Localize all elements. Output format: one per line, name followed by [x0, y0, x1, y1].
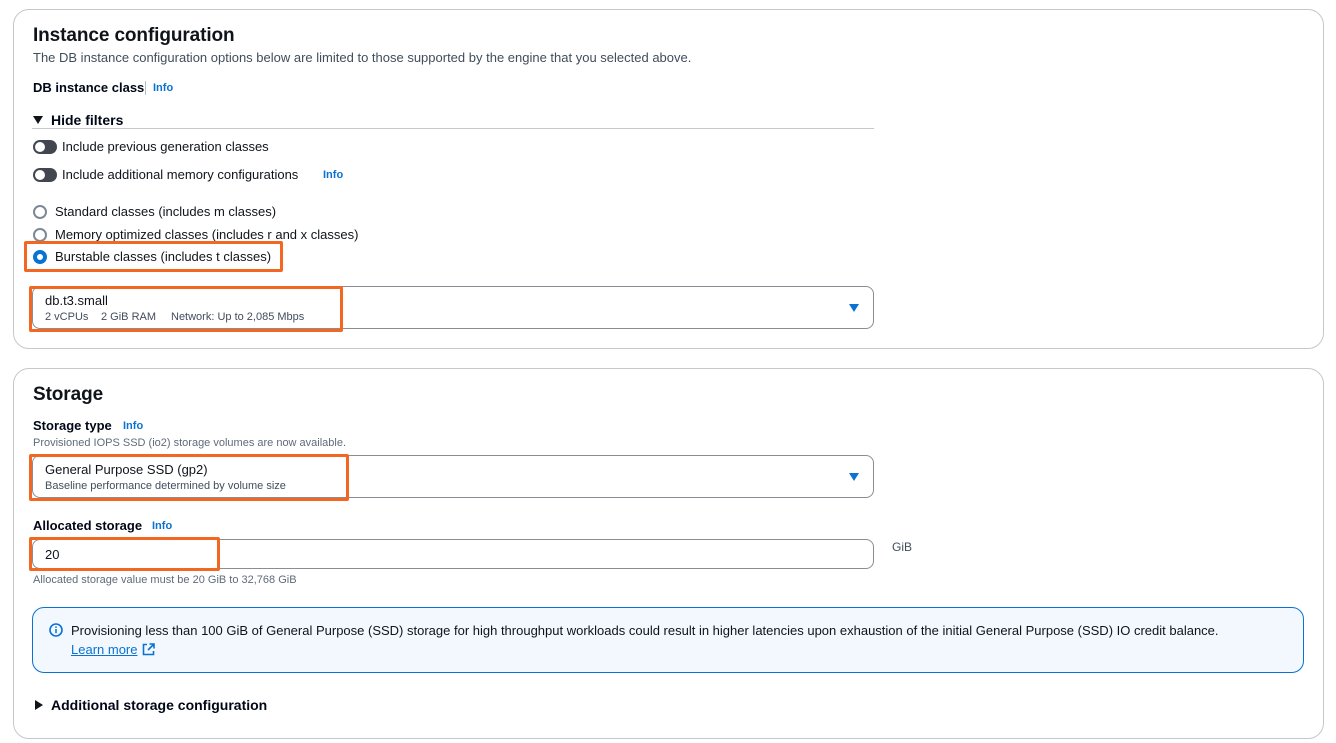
burstable-classes-radio[interactable]: [33, 250, 47, 264]
hide-filters-toggle[interactable]: Hide filters: [33, 112, 123, 128]
additional-storage-configuration-label: Additional storage configuration: [51, 697, 268, 713]
storage-type-select[interactable]: General Purpose SSD (gp2) Baseline perfo…: [32, 455, 874, 498]
storage-type-label: Storage type: [33, 418, 112, 433]
storage-type-value: General Purpose SSD (gp2): [45, 462, 208, 477]
storage-type-note: Provisioned IOPS SSD (io2) storage volum…: [33, 437, 347, 449]
caret-down-icon: [33, 116, 43, 124]
instance-class-value: db.t3.small: [45, 293, 108, 308]
storage-title: Storage: [33, 384, 104, 405]
memory-optimized-classes-radio[interactable]: [33, 228, 47, 242]
db-instance-class-info-link[interactable]: Info: [153, 82, 173, 94]
instance-configuration-description: The DB instance configuration options be…: [33, 50, 692, 65]
allocated-storage-input[interactable]: [32, 539, 874, 569]
caret-down-icon: [849, 303, 859, 312]
additional-memory-label: Include additional memory configurations: [62, 167, 299, 182]
standard-classes-label: Standard classes (includes m classes): [55, 204, 277, 219]
standard-classes-radio[interactable]: [33, 205, 47, 219]
instance-configuration-title: Instance configuration: [33, 25, 235, 46]
additional-memory-toggle[interactable]: [33, 168, 57, 182]
storage-unit-label: GiB: [892, 540, 913, 554]
filters-divider: [32, 128, 874, 129]
storage-type-info-link[interactable]: Info: [123, 420, 143, 432]
memory-optimized-classes-label: Memory optimized classes (includes r and…: [55, 227, 359, 242]
learn-more-link[interactable]: Learn more: [71, 642, 156, 657]
instance-ram: 2 GiB RAM: [101, 311, 157, 323]
allocated-storage-label: Allocated storage: [33, 518, 143, 533]
info-icon: [49, 623, 63, 637]
additional-memory-info-link[interactable]: Info: [323, 169, 343, 181]
external-link-icon: [142, 643, 156, 656]
burstable-classes-label: Burstable classes (includes t classes): [55, 249, 272, 264]
caret-down-icon: [849, 472, 859, 481]
db-instance-class-label: DB instance class: [33, 80, 145, 95]
previous-generation-label: Include previous generation classes: [62, 139, 269, 154]
info-alert: Provisioning less than 100 GiB of Genera…: [32, 607, 1304, 673]
additional-storage-configuration-toggle[interactable]: Additional storage configuration: [35, 697, 267, 713]
alert-message: Provisioning less than 100 GiB of Genera…: [71, 623, 1219, 638]
allocated-storage-hint: Allocated storage value must be 20 GiB t…: [33, 574, 297, 586]
instance-vcpus: 2 vCPUs: [45, 311, 89, 323]
hide-filters-label: Hide filters: [51, 112, 124, 128]
learn-more-label: Learn more: [71, 642, 138, 657]
allocated-storage-info-link[interactable]: Info: [152, 520, 172, 532]
previous-generation-toggle[interactable]: [33, 140, 57, 154]
storage-type-description: Baseline performance determined by volum…: [45, 480, 286, 492]
instance-network: Network: Up to 2,085 Mbps: [171, 311, 305, 323]
label-separator: [145, 81, 146, 95]
caret-right-icon: [35, 700, 43, 710]
instance-class-select[interactable]: db.t3.small 2 vCPUs 2 GiB RAM Network: U…: [32, 286, 874, 329]
